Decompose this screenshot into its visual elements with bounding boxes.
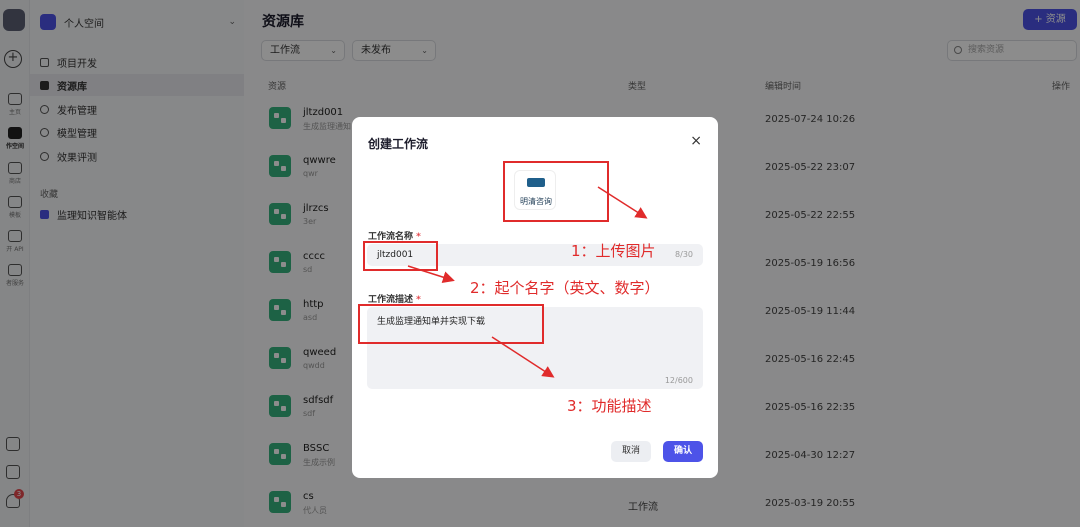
- arrow-step-1: [597, 186, 648, 219]
- arrow-step-3: [491, 336, 555, 378]
- arrow-step-2: [407, 265, 455, 283]
- annotation-arrows: [407, 186, 648, 378]
